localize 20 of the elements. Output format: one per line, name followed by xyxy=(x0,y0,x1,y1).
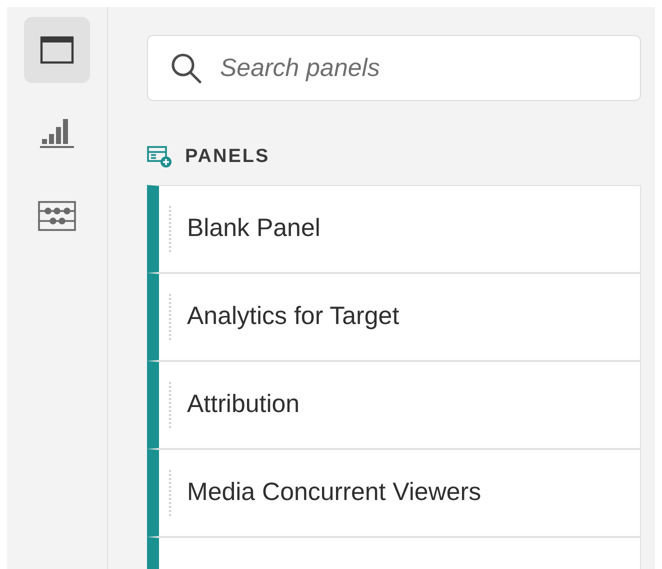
drag-handle-icon[interactable] xyxy=(169,382,171,428)
rail-button[interactable] xyxy=(24,17,90,83)
panel-label: Media Concurrent Viewers xyxy=(187,476,482,508)
component-grid-icon xyxy=(38,201,76,231)
panel-item[interactable]: Analytics for Target xyxy=(147,272,641,360)
add-panel-icon xyxy=(147,146,173,168)
panel-item[interactable]: Media Concurrent Viewers xyxy=(147,448,641,536)
drag-handle-icon[interactable] xyxy=(169,294,171,340)
section-title: PANELS xyxy=(185,145,270,169)
drag-handle-icon[interactable] xyxy=(169,470,171,516)
panel-label: Blank Panel xyxy=(187,212,320,244)
panel-item[interactable]: Blank Panel xyxy=(147,184,641,272)
panel-item[interactable]: Attribution xyxy=(147,360,641,448)
panel-label: Analytics for Target xyxy=(187,300,400,332)
panel-label: Attribution xyxy=(187,388,300,420)
bar-chart-icon xyxy=(39,117,75,149)
drag-handle-icon[interactable] xyxy=(169,206,171,252)
panel-icon xyxy=(40,36,74,64)
search-field[interactable]: Search panels xyxy=(147,35,641,101)
search-icon xyxy=(169,51,203,85)
